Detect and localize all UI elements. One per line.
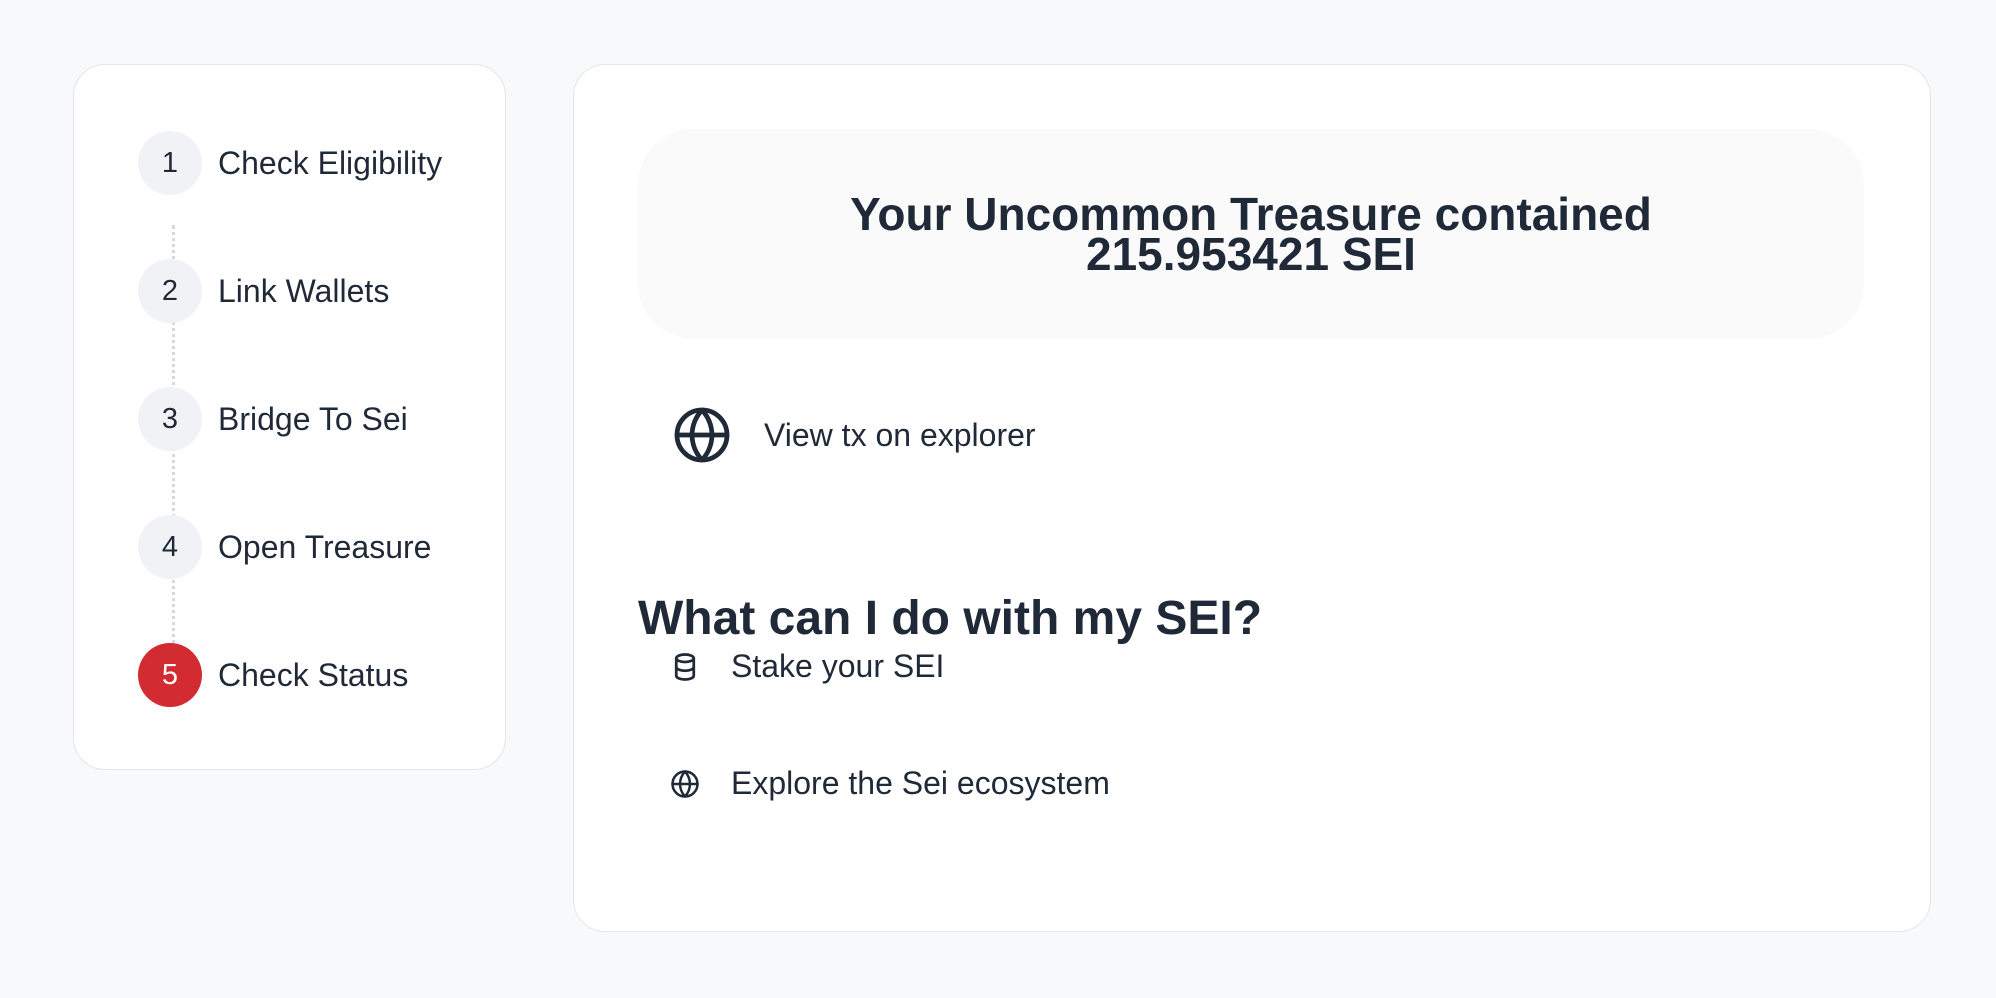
explore-ecosystem-label: Explore the Sei ecosystem bbox=[731, 765, 1110, 801]
step-label: Check Eligibility bbox=[218, 144, 443, 181]
result-amount: 215.953421 SEI bbox=[1086, 228, 1416, 280]
stake-sei-link[interactable]: Stake your SEI bbox=[670, 648, 944, 685]
step-number-active: 5 bbox=[138, 643, 202, 707]
next-steps-heading: What can I do with my SEI? bbox=[638, 592, 1263, 645]
result-box: Your Uncommon Treasure contained 215.953… bbox=[638, 129, 1864, 339]
globe-icon bbox=[671, 769, 699, 798]
step-label: Check Status bbox=[218, 656, 409, 693]
globe-icon bbox=[674, 407, 730, 463]
status-panel: Your Uncommon Treasure contained 215.953… bbox=[573, 64, 1931, 932]
result-title: Your Uncommon Treasure contained 215.953… bbox=[850, 191, 1652, 277]
step-check-status[interactable]: 5 Check Status bbox=[138, 643, 408, 707]
step-check-eligibility[interactable]: 1 Check Eligibility bbox=[138, 131, 442, 195]
step-open-treasure[interactable]: 4 Open Treasure bbox=[138, 515, 431, 579]
step-number: 4 bbox=[138, 515, 202, 579]
stepper-panel: 1 Check Eligibility 2 Link Wallets 3 Bri… bbox=[73, 64, 506, 770]
step-link-wallets[interactable]: 2 Link Wallets bbox=[138, 259, 389, 323]
step-number: 1 bbox=[138, 131, 202, 195]
step-bridge-to-sei[interactable]: 3 Bridge To Sei bbox=[138, 387, 408, 451]
explore-ecosystem-link[interactable]: Explore the Sei ecosystem bbox=[670, 765, 1110, 802]
view-tx-explorer-link[interactable]: View tx on explorer bbox=[672, 405, 1036, 465]
step-label: Bridge To Sei bbox=[218, 400, 408, 437]
database-icon bbox=[674, 652, 696, 681]
view-tx-explorer-label: View tx on explorer bbox=[764, 416, 1036, 453]
step-label: Open Treasure bbox=[218, 528, 432, 565]
step-label: Link Wallets bbox=[218, 272, 390, 309]
step-number: 2 bbox=[138, 259, 202, 323]
stake-sei-label: Stake your SEI bbox=[731, 648, 945, 684]
step-number: 3 bbox=[138, 387, 202, 451]
